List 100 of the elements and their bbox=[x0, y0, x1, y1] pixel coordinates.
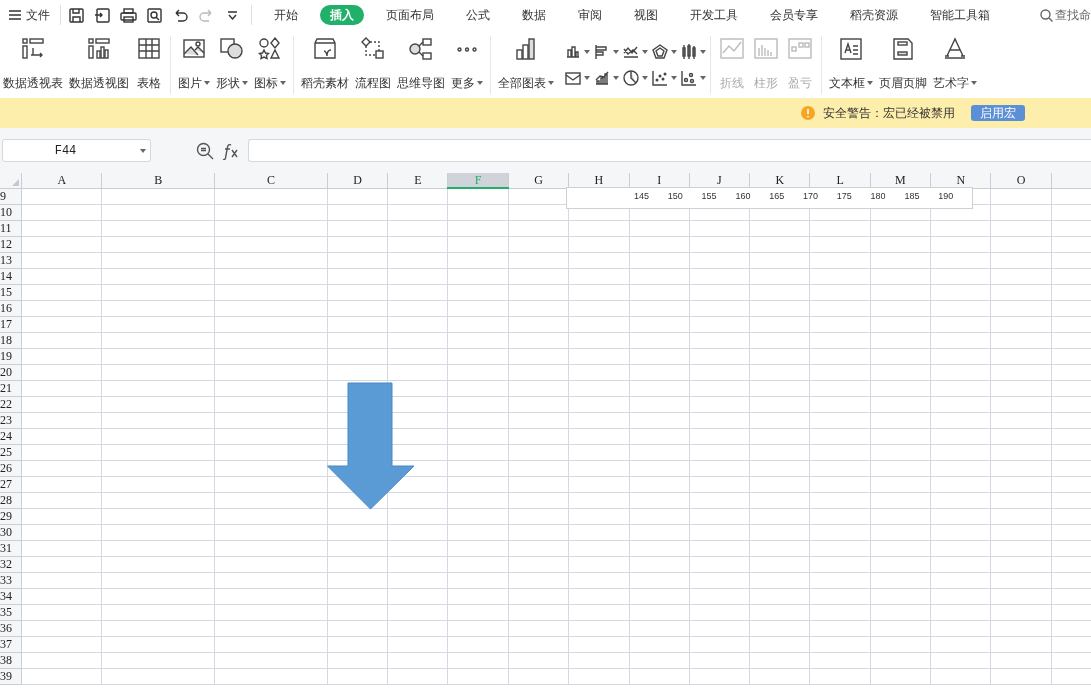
column-header[interactable]: B bbox=[101, 173, 215, 188]
ribbon-button[interactable]: 文本框 bbox=[826, 36, 876, 94]
axis-label: 170 bbox=[803, 190, 819, 203]
pie-chart-icon bbox=[623, 70, 639, 86]
ribbon-button[interactable]: 页眉页脚 bbox=[876, 36, 930, 94]
ribbon-tab[interactable]: 审阅 bbox=[568, 5, 612, 25]
ribbon-tab[interactable]: 会员专享 bbox=[760, 5, 828, 25]
function-icon bbox=[222, 141, 240, 160]
axis-label: 165 bbox=[769, 190, 786, 203]
menu-icon bbox=[8, 9, 22, 21]
axis-label: 145 bbox=[634, 190, 651, 203]
caret-icon bbox=[242, 81, 248, 85]
caret-icon bbox=[584, 76, 590, 80]
caret-icon bbox=[700, 50, 706, 54]
corner-triangle-icon bbox=[12, 178, 20, 186]
column-chart-icon bbox=[753, 36, 779, 62]
column-header[interactable]: A bbox=[21, 173, 102, 188]
ribbon-tab[interactable]: 智能工具箱 bbox=[920, 5, 1000, 25]
line-chart-icon bbox=[719, 36, 745, 62]
ribbon-button[interactable]: 数据透视图 bbox=[66, 36, 132, 94]
search-icon bbox=[1040, 8, 1053, 22]
axis-label: 185 bbox=[904, 190, 921, 203]
caret-icon bbox=[613, 76, 619, 80]
art-text-icon bbox=[942, 36, 968, 62]
chart-type-button[interactable] bbox=[652, 68, 677, 88]
ribbon-button[interactable]: 思维导图 bbox=[394, 36, 448, 94]
bubble-chart-icon bbox=[681, 70, 697, 86]
search-command[interactable]: 查找命 bbox=[1040, 6, 1091, 24]
ribbon-tab[interactable]: 开发工具 bbox=[680, 5, 748, 25]
axis-label: 160 bbox=[735, 190, 752, 203]
ribbon-tab[interactable]: 公式 bbox=[456, 5, 500, 25]
axis-label: 155 bbox=[701, 190, 718, 203]
line-chart-icon bbox=[623, 44, 639, 60]
caret-icon bbox=[140, 149, 146, 153]
ribbon-button[interactable]: 流程图 bbox=[352, 36, 394, 94]
caret-icon bbox=[584, 50, 590, 54]
ribbon-tab[interactable]: 开始 bbox=[264, 5, 308, 25]
ribbon-button[interactable]: 更多 bbox=[448, 36, 486, 94]
export-icon bbox=[93, 6, 111, 24]
bar-chart-icon bbox=[594, 44, 610, 60]
ribbon-button[interactable]: 表格 bbox=[132, 36, 166, 94]
shapes-icon bbox=[219, 36, 245, 62]
chart-type-button[interactable] bbox=[623, 68, 648, 88]
caret-icon bbox=[548, 81, 554, 85]
caret-icon bbox=[867, 81, 873, 85]
ribbon-button[interactable]: 图标 bbox=[251, 36, 289, 94]
axis-label: 190 bbox=[938, 190, 955, 203]
caret-icon bbox=[971, 81, 977, 85]
radar-chart-icon bbox=[652, 44, 668, 60]
zoom-formula-button[interactable] bbox=[196, 141, 214, 160]
caret-icon bbox=[477, 81, 483, 85]
caret-icon bbox=[642, 76, 648, 80]
chart-type-button[interactable] bbox=[681, 68, 706, 88]
ribbon-tab[interactable]: 页面布局 bbox=[376, 5, 444, 25]
ribbon-button[interactable]: 形状 bbox=[213, 36, 251, 94]
pivot-chart-icon bbox=[86, 36, 112, 62]
save-icon bbox=[67, 6, 85, 24]
axis-label: 175 bbox=[836, 190, 853, 203]
file-menu[interactable]: 文件 bbox=[8, 6, 58, 24]
column-header[interactable]: D bbox=[327, 173, 388, 188]
caret-icon bbox=[671, 76, 677, 80]
security-warning-text: 安全警告：宏已经被禁用 bbox=[823, 105, 955, 122]
caret-icon bbox=[642, 50, 648, 54]
column-header[interactable]: O bbox=[991, 173, 1052, 188]
shapes-icon bbox=[257, 36, 283, 62]
column-chart-icon bbox=[565, 44, 581, 60]
name-box[interactable]: F44 bbox=[2, 139, 151, 162]
caret-icon bbox=[700, 76, 706, 80]
column-header[interactable]: E bbox=[387, 173, 448, 188]
ribbon-button[interactable]: 稻壳素材 bbox=[298, 36, 352, 94]
chart-type-button[interactable] bbox=[652, 42, 677, 62]
chart-type-button[interactable] bbox=[594, 42, 619, 62]
mind-map-icon bbox=[408, 36, 434, 62]
chart-type-button[interactable] bbox=[681, 42, 706, 62]
column-header[interactable]: G bbox=[508, 173, 569, 188]
table-icon bbox=[136, 36, 162, 62]
axis-label: 180 bbox=[870, 190, 887, 203]
formula-input-field[interactable] bbox=[248, 139, 1091, 162]
header-footer-icon bbox=[890, 36, 916, 62]
caret-icon bbox=[204, 81, 210, 85]
ribbon-tab[interactable]: 稻壳资源 bbox=[840, 5, 908, 25]
warning-icon bbox=[801, 106, 815, 120]
caret-icon bbox=[613, 50, 619, 54]
pivot-table-icon bbox=[20, 36, 46, 62]
combo-chart-icon bbox=[594, 70, 610, 86]
ribbon-button[interactable]: 数据透视表 bbox=[0, 36, 66, 94]
ribbon-button[interactable]: 图片 bbox=[175, 36, 213, 94]
text-box-icon bbox=[838, 36, 864, 62]
column-header[interactable]: C bbox=[214, 173, 328, 188]
win-loss-chart-icon bbox=[787, 36, 813, 62]
ribbon-button[interactable]: 艺术字 bbox=[930, 36, 980, 94]
printer-icon bbox=[119, 6, 137, 24]
caret-icon bbox=[280, 81, 286, 85]
zoom-out-icon bbox=[196, 141, 214, 160]
ribbon-tab[interactable]: 视图 bbox=[624, 5, 668, 25]
ribbon-button[interactable]: 全部图表 bbox=[495, 36, 557, 94]
scatter-chart-icon bbox=[652, 70, 668, 86]
caret-icon bbox=[671, 50, 677, 54]
ribbon-tab[interactable]: 数据 bbox=[512, 5, 556, 25]
insert-function-button[interactable] bbox=[222, 141, 240, 160]
